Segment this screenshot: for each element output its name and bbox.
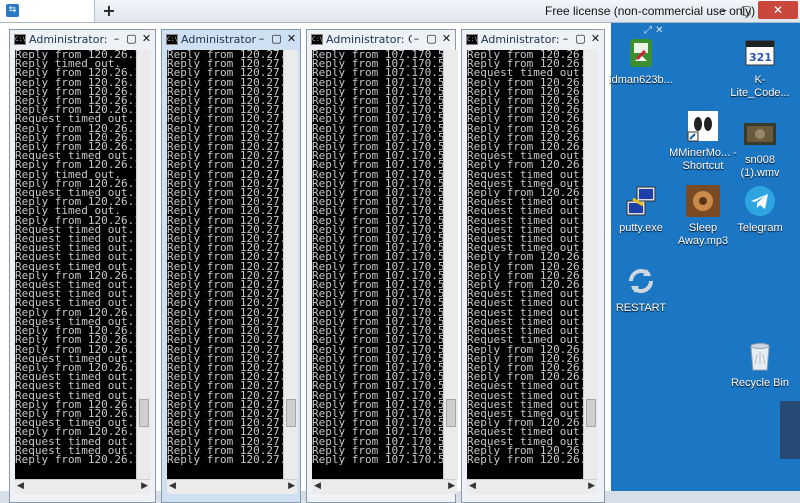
- desktop-icon-recycle-bin[interactable]: Recycle Bin: [725, 338, 795, 390]
- remote-session-tab[interactable]: ⇆: [0, 0, 95, 22]
- cmd-window-title: Administrator: ...: [481, 33, 561, 46]
- cmd-window-title: Administrator:...: [181, 33, 257, 46]
- desktop-icon-label: Recycle Bin: [730, 377, 790, 389]
- horizontal-scrollbar[interactable]: ◀ ▶: [167, 479, 297, 494]
- console-output[interactable]: Reply from 120.27.8 Reply from 120.27.8 Re…: [167, 50, 283, 479]
- console-line: Reply from 120.26.11: [467, 452, 583, 466]
- desktop-icon-label: RESTART: [615, 302, 667, 314]
- scrollbar-thumb[interactable]: [446, 399, 456, 427]
- cmd-maximize-button[interactable]: ▢: [425, 33, 438, 46]
- console-output[interactable]: Reply from 107.170.50 Reply from 107.170.…: [312, 50, 443, 479]
- scroll-left-arrow-icon[interactable]: ◀: [314, 481, 321, 491]
- remote-desktop-area: C:\Administrator: ...–▢✕Reply from 120.2…: [0, 23, 611, 503]
- cmd-prompt-icon: C:\: [166, 34, 178, 45]
- desktop-icon-telegram[interactable]: Telegram: [725, 183, 795, 235]
- scroll-right-arrow-icon[interactable]: ▶: [448, 481, 455, 491]
- scroll-left-arrow-icon[interactable]: ◀: [169, 481, 176, 491]
- cmd-minimize-button[interactable]: –: [559, 33, 572, 46]
- cmd-prompt-icon: C:\: [466, 34, 478, 45]
- music-file-icon: [685, 183, 721, 219]
- console-line: Reply from 120.26.15: [15, 452, 136, 466]
- vertical-scrollbar[interactable]: [136, 50, 151, 479]
- desktop-icon-label: putty.exe: [619, 222, 663, 234]
- cmd-window-2[interactable]: C:\Administrator:...–▢✕Reply from 120.27…: [161, 29, 301, 503]
- scrollbar-thumb[interactable]: [139, 399, 149, 427]
- cmd-close-button[interactable]: ✕: [285, 33, 298, 46]
- klite-codec-icon: 321: [742, 35, 778, 71]
- console-line: Reply from 107.170.50: [312, 452, 443, 466]
- cmd-minimize-button[interactable]: –: [410, 33, 423, 46]
- desktop-icon-video-file[interactable]: sn008 (1).wmv: [725, 115, 795, 180]
- horizontal-scrollbar[interactable]: ◀ ▶: [15, 479, 150, 494]
- scroll-right-arrow-icon[interactable]: ▶: [588, 481, 595, 491]
- idm-installer-icon: [623, 35, 659, 71]
- desktop-icon-putty[interactable]: putty.exe: [606, 183, 676, 235]
- new-tab-button[interactable]: +: [100, 2, 118, 20]
- cmd-prompt-icon: C:\: [311, 34, 323, 45]
- cmd-window-3[interactable]: C:\Administrator: C...–▢✕Reply from 107.…: [306, 29, 458, 503]
- remote-desktop: ⤢ ✕ idman623b... 321 K-Lite_Code... MMinerM…: [609, 23, 800, 491]
- scrollbar-thumb[interactable]: [286, 399, 296, 427]
- horizontal-scrollbar[interactable]: ◀ ▶: [312, 479, 457, 494]
- svg-text:321: 321: [749, 51, 772, 64]
- desktop-icon-label: sn008 (1).wmv: [740, 154, 780, 179]
- mminer-shortcut-icon: [685, 108, 721, 144]
- recycle-bin-icon: [742, 338, 778, 374]
- cmd-window-titlebar[interactable]: C:\Administrator: C...–▢✕: [307, 30, 455, 50]
- maximize-button[interactable]: ▢: [736, 1, 756, 19]
- cmd-minimize-button[interactable]: –: [110, 33, 123, 46]
- desktop-icon-label: idman623b...: [609, 74, 673, 86]
- cmd-close-button[interactable]: ✕: [589, 33, 602, 46]
- vertical-scrollbar[interactable]: [583, 50, 598, 479]
- browser-toolbar: ⇆ + Free license (non-commercial use onl…: [0, 0, 800, 23]
- cmd-maximize-button[interactable]: ▢: [125, 33, 138, 46]
- putty-icon: [623, 183, 659, 219]
- cmd-window-titlebar[interactable]: C:\Administrator: ...–▢✕: [10, 30, 155, 50]
- video-file-icon: [742, 115, 778, 151]
- scroll-right-arrow-icon[interactable]: ▶: [288, 481, 295, 491]
- teamviewer-icon: ⇆: [6, 4, 19, 17]
- cmd-window-titlebar[interactable]: C:\Administrator: ...–▢✕: [462, 30, 604, 50]
- cmd-close-button[interactable]: ✕: [440, 33, 453, 46]
- vertical-scrollbar[interactable]: [283, 50, 298, 479]
- cmd-maximize-button[interactable]: ▢: [270, 33, 283, 46]
- close-button[interactable]: ✕: [758, 1, 798, 19]
- scroll-right-arrow-icon[interactable]: ▶: [141, 481, 148, 491]
- minimize-button[interactable]: –: [714, 1, 734, 19]
- scrollbar-thumb[interactable]: [586, 399, 596, 427]
- cmd-maximize-button[interactable]: ▢: [574, 33, 587, 46]
- scroll-left-arrow-icon[interactable]: ◀: [469, 481, 476, 491]
- console-line: Reply from 120.27.8: [167, 452, 283, 466]
- vertical-scrollbar[interactable]: [443, 50, 458, 479]
- desktop-icon-klite-codec[interactable]: 321 K-Lite_Code...: [725, 35, 795, 100]
- desktop-icon-label: Telegram: [737, 222, 783, 234]
- cmd-window-titlebar[interactable]: C:\Administrator:...–▢✕: [162, 30, 300, 50]
- restart-icon: [623, 263, 659, 299]
- cmd-window-title: Administrator: ...: [29, 33, 112, 46]
- side-panel-handle[interactable]: [780, 401, 800, 459]
- desktop-icon-label: K-Lite_Code...: [730, 74, 790, 99]
- scroll-left-arrow-icon[interactable]: ◀: [17, 481, 24, 491]
- cmd-minimize-button[interactable]: –: [255, 33, 268, 46]
- desktop-icon-idm-installer[interactable]: idman623b...: [606, 35, 676, 87]
- desktop-icon-restart[interactable]: RESTART: [606, 263, 676, 315]
- telegram-icon: [742, 183, 778, 219]
- cmd-prompt-icon: C:\: [14, 34, 26, 45]
- horizontal-scrollbar[interactable]: ◀ ▶: [467, 479, 597, 494]
- cmd-window-4[interactable]: C:\Administrator: ...–▢✕Reply from 120.2…: [461, 29, 605, 503]
- cmd-window-1[interactable]: C:\Administrator: ...–▢✕Reply from 120.2…: [9, 29, 156, 503]
- cmd-window-title: Administrator: C...: [326, 33, 412, 46]
- console-output[interactable]: Reply from 120.26.11Reply from 120.26.11…: [467, 50, 583, 479]
- cmd-close-button[interactable]: ✕: [140, 33, 153, 46]
- console-output[interactable]: Reply from 120.26.15 Reply timed out. Repl…: [15, 50, 136, 479]
